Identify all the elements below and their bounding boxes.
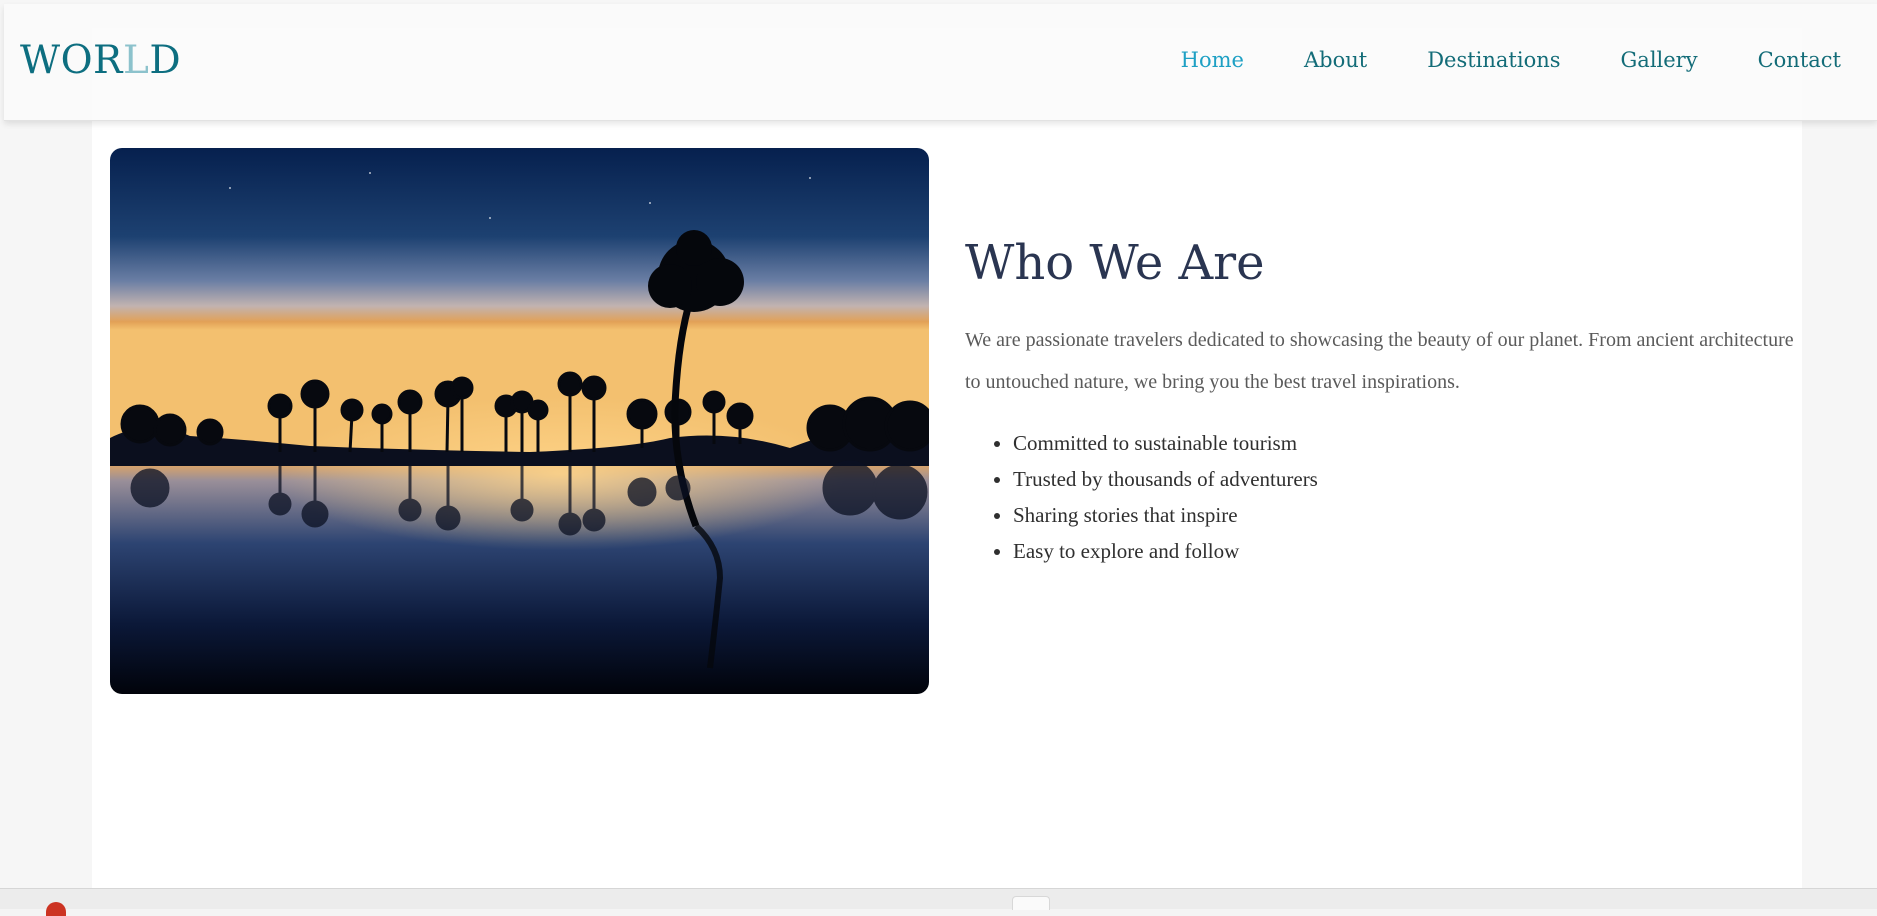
- feature-item: Sharing stories that inspire: [1013, 497, 1795, 533]
- feature-list: Committed to sustainable tourism Trusted…: [965, 425, 1795, 569]
- bottom-tab[interactable]: [1012, 896, 1050, 910]
- nav-link-gallery[interactable]: Gallery: [1621, 48, 1698, 72]
- sunset-palm-lake-image: [110, 148, 929, 694]
- feature-item: Easy to explore and follow: [1013, 533, 1795, 569]
- logo-text-a: WOR: [20, 38, 123, 83]
- nav-link-about[interactable]: About: [1304, 48, 1367, 72]
- navbar: WORLD Home About Destinations Gallery Co…: [4, 4, 1877, 121]
- nav-links: Home About Destinations Gallery Contact: [1121, 48, 1841, 72]
- nav-link-contact[interactable]: Contact: [1758, 48, 1841, 72]
- feature-item: Committed to sustainable tourism: [1013, 425, 1795, 461]
- logo-text-c: D: [149, 38, 182, 83]
- red-circle-icon[interactable]: [46, 902, 66, 916]
- hero-image: [110, 148, 929, 694]
- section-paragraph: We are passionate travelers dedicated to…: [965, 329, 1794, 394]
- nav-link-destinations[interactable]: Destinations: [1427, 48, 1560, 72]
- nav-link-home[interactable]: Home: [1181, 48, 1244, 72]
- logo-text-b: L: [122, 38, 150, 83]
- who-we-are-section: Who We Are We are passionate travelers d…: [965, 235, 1795, 569]
- site-logo[interactable]: WORLD: [20, 38, 181, 83]
- bottom-taskbar: [0, 889, 1877, 909]
- section-heading: Who We Are: [965, 235, 1265, 291]
- feature-item: Trusted by thousands of adventurers: [1013, 461, 1795, 497]
